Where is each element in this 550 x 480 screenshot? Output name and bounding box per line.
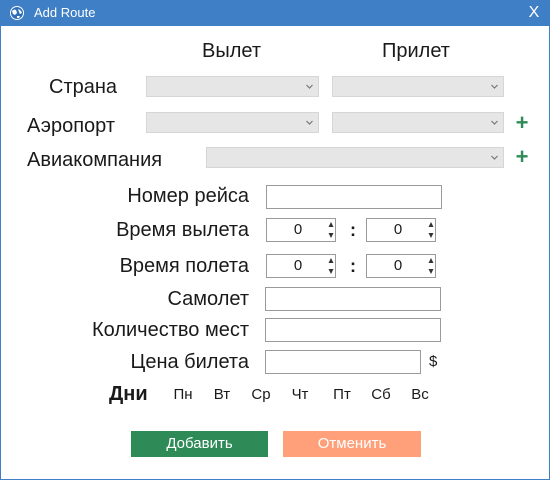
arrival-airport-select[interactable] <box>332 112 504 133</box>
departure-hours-spinner[interactable]: 0 <box>266 218 336 242</box>
spinner-buttons <box>327 219 335 241</box>
departure-minutes-value: 0 <box>393 221 403 238</box>
chevron-down-icon <box>491 155 498 160</box>
arrival-column-header: Прилет <box>382 40 450 62</box>
arrival-country-select[interactable] <box>332 76 504 97</box>
country-label: Страна <box>49 76 118 98</box>
add-route-window: Add Route X Вылет Прилет Страна Аэропорт… <box>0 0 550 480</box>
airport-label: Аэропорт <box>27 115 116 137</box>
duration-minutes-spinner[interactable]: 0 <box>366 254 436 278</box>
seats-input[interactable] <box>265 318 441 342</box>
add-airport-plus-icon[interactable]: + <box>514 112 530 134</box>
globe-icon <box>10 6 24 20</box>
triangle-down-icon[interactable] <box>327 230 335 241</box>
seats-label: Количество мест <box>92 319 249 341</box>
chevron-down-icon <box>491 120 498 125</box>
triangle-up-icon[interactable] <box>427 255 435 266</box>
days-label: Дни <box>109 383 148 405</box>
duration-hours-value: 0 <box>293 257 303 274</box>
departure-column-header: Вылет <box>202 40 262 62</box>
currency-symbol: $ <box>429 353 438 370</box>
chevron-down-icon <box>491 84 498 89</box>
flight-number-input[interactable] <box>266 185 442 209</box>
spinner-buttons <box>327 255 335 277</box>
flight-duration-label: Время полета <box>119 255 249 277</box>
triangle-down-icon[interactable] <box>427 230 435 241</box>
departure-time-label: Время вылета <box>116 219 249 241</box>
day-fri[interactable]: Пт <box>327 385 357 405</box>
duration-minutes-value: 0 <box>393 257 403 274</box>
price-input[interactable] <box>265 350 421 374</box>
day-thu[interactable]: Чт <box>285 385 315 405</box>
departure-airport-select[interactable] <box>146 112 319 133</box>
departure-hours-value: 0 <box>293 221 303 238</box>
day-mon[interactable]: Пн <box>168 385 198 405</box>
time-separator: : <box>350 256 356 276</box>
day-tue[interactable]: Вт <box>207 385 237 405</box>
aircraft-label: Самолет <box>167 288 249 310</box>
chevron-down-icon <box>306 120 313 125</box>
triangle-up-icon[interactable] <box>427 219 435 230</box>
add-button[interactable]: Добавить <box>131 431 268 457</box>
triangle-up-icon[interactable] <box>327 255 335 266</box>
cancel-button[interactable]: Отменить <box>283 431 421 457</box>
day-sat[interactable]: Сб <box>366 385 396 405</box>
departure-minutes-spinner[interactable]: 0 <box>366 218 436 242</box>
close-icon[interactable]: X <box>527 4 541 22</box>
spinner-buttons <box>427 255 435 277</box>
triangle-down-icon[interactable] <box>327 266 335 277</box>
add-airline-plus-icon[interactable]: + <box>514 146 530 168</box>
day-sun[interactable]: Вс <box>405 385 435 405</box>
window-title: Add Route <box>34 5 96 20</box>
time-separator: : <box>350 220 356 240</box>
day-wed[interactable]: Ср <box>246 385 276 405</box>
aircraft-input[interactable] <box>265 287 441 311</box>
spinner-buttons <box>427 219 435 241</box>
airline-label: Авиакомпания <box>27 149 163 171</box>
duration-hours-spinner[interactable]: 0 <box>266 254 336 278</box>
airline-select[interactable] <box>206 147 504 168</box>
flight-number-label: Номер рейса <box>127 185 249 207</box>
chevron-down-icon <box>306 84 313 89</box>
price-label: Цена билета <box>130 351 249 373</box>
title-bar[interactable]: Add Route X <box>1 1 549 26</box>
triangle-up-icon[interactable] <box>327 219 335 230</box>
triangle-down-icon[interactable] <box>427 266 435 277</box>
departure-country-select[interactable] <box>146 76 319 97</box>
